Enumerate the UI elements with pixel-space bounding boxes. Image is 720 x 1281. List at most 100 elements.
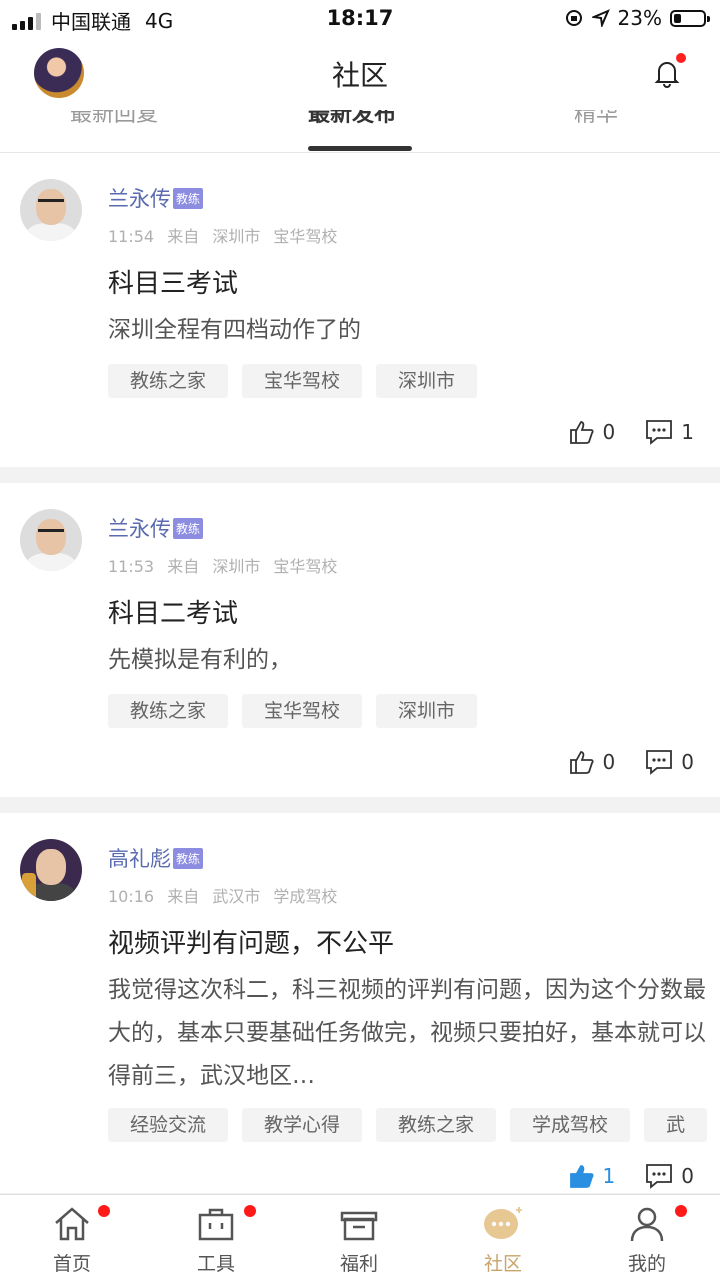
tabbar-tools[interactable]: 工具 <box>166 1203 266 1276</box>
post-city: 深圳市 <box>212 227 261 246</box>
home-icon <box>55 1207 89 1241</box>
post-meta: 11:53 来自 深圳市 宝华驾校 <box>108 553 345 577</box>
tag[interactable]: 宝华驾校 <box>242 364 363 398</box>
tabbar-benefits[interactable]: 福利 <box>309 1203 409 1276</box>
tab-featured[interactable]: 精华 <box>574 110 618 128</box>
active-tab-indicator <box>308 146 412 151</box>
chat-bubble-icon <box>484 1207 522 1239</box>
post-school: 宝华驾校 <box>273 557 338 576</box>
notification-dot <box>676 53 686 63</box>
thumbs-up-icon <box>569 1165 594 1188</box>
tabbar-home[interactable]: 首页 <box>22 1203 122 1276</box>
tag[interactable]: 深圳市 <box>376 364 478 398</box>
post-actions: 1 0 <box>569 1163 694 1189</box>
tag[interactable]: 教练之家 <box>108 364 229 398</box>
post-actions: 0 1 <box>569 419 694 445</box>
feed-tabs: 最新回复 最新发布 精华 <box>0 110 720 153</box>
like-button[interactable]: 0 <box>569 419 616 445</box>
author-name[interactable]: 兰永传 <box>108 183 171 213</box>
tag[interactable]: 教练之家 <box>376 1108 497 1142</box>
thumbs-up-icon <box>569 751 594 774</box>
gift-icon <box>340 1211 378 1241</box>
like-button[interactable]: 1 <box>569 1163 616 1189</box>
comment-button[interactable]: 0 <box>645 1163 694 1189</box>
coach-badge: 教练 <box>173 847 204 869</box>
post-city: 武汉市 <box>212 887 261 906</box>
thumbs-up-icon <box>569 421 594 444</box>
tag[interactable]: 宝华驾校 <box>242 694 363 728</box>
post-card[interactable]: 兰永传 教练 11:54 来自 深圳市 宝华驾校 科目三考试 深圳全程有四档动作… <box>0 153 720 467</box>
post-title[interactable]: 科目二考试 <box>108 593 238 630</box>
tabbar-community[interactable]: 社区 <box>453 1203 553 1276</box>
post-time: 10:16 <box>108 887 155 906</box>
comment-count: 0 <box>681 750 694 774</box>
tag[interactable]: 深圳市 <box>376 694 478 728</box>
tabbar-label: 首页 <box>52 1253 91 1275</box>
post-city: 深圳市 <box>212 557 261 576</box>
tab-latest-reply[interactable]: 最新回复 <box>70 110 158 128</box>
post-time: 11:53 <box>108 557 155 576</box>
tag-list: 教练之家 宝华驾校 深圳市 <box>108 694 478 728</box>
post-meta: 10:16 来自 武汉市 学成驾校 <box>108 883 345 907</box>
author-avatar[interactable] <box>20 839 82 901</box>
tag[interactable]: 教练之家 <box>108 694 229 728</box>
location-icon <box>591 9 610 27</box>
post-school: 学成驾校 <box>273 887 338 906</box>
post-body[interactable]: 深圳全程有四档动作了的 <box>108 309 708 352</box>
post-school: 宝华驾校 <box>273 227 338 246</box>
post-meta: 11:54 来自 深圳市 宝华驾校 <box>108 223 345 247</box>
tabbar-label: 工具 <box>196 1253 235 1275</box>
post-card[interactable]: 高礼彪 教练 10:16 来自 武汉市 学成驾校 视频评判有问题，不公平 我觉得… <box>0 813 720 1193</box>
battery-percent: 23% <box>617 6 662 30</box>
post-body[interactable]: 先模拟是有利的， <box>108 639 708 682</box>
notification-dot <box>675 1205 687 1217</box>
source-prefix: 来自 <box>167 887 200 906</box>
coach-badge: 教练 <box>173 187 204 209</box>
notification-dot <box>98 1205 110 1217</box>
status-right: 23% <box>564 6 710 30</box>
author-avatar[interactable] <box>20 179 82 241</box>
tag-list: 教练之家 宝华驾校 深圳市 <box>108 364 478 398</box>
author-name[interactable]: 高礼彪 <box>108 843 171 873</box>
comment-icon <box>646 1164 673 1189</box>
like-count: 1 <box>602 1164 616 1188</box>
like-count: 0 <box>602 750 616 774</box>
post-actions: 0 0 <box>569 749 694 775</box>
tabbar-label: 社区 <box>483 1253 522 1275</box>
post-title[interactable]: 科目三考试 <box>108 263 238 300</box>
author-name[interactable]: 兰永传 <box>108 513 171 543</box>
comment-count: 0 <box>681 1164 694 1188</box>
tag[interactable]: 武 <box>644 1108 708 1142</box>
comment-count: 1 <box>681 420 694 444</box>
author-avatar[interactable] <box>20 509 82 571</box>
tag[interactable]: 教学心得 <box>242 1108 363 1142</box>
rotation-lock-icon <box>565 10 582 26</box>
tabbar-mine[interactable]: 我的 <box>597 1203 697 1276</box>
comment-button[interactable]: 0 <box>645 749 694 775</box>
nav-bar: 社区 <box>0 36 720 110</box>
post-body[interactable]: 我觉得这次科二，科三视频的评判有问题，因为这个分数最大的，基本只要基础任务做完，… <box>108 969 708 1098</box>
comment-icon <box>646 420 673 445</box>
comment-button[interactable]: 1 <box>645 419 694 445</box>
coach-badge: 教练 <box>173 517 204 539</box>
post-title[interactable]: 视频评判有问题，不公平 <box>108 923 394 960</box>
like-button[interactable]: 0 <box>569 749 616 775</box>
status-bar: 中国联通 4G 18:17 23% <box>0 0 720 36</box>
comment-icon <box>646 750 673 775</box>
tag-list: 经验交流 教学心得 教练之家 学成驾校 武 <box>108 1108 708 1142</box>
tag[interactable]: 经验交流 <box>108 1108 229 1142</box>
tabbar-label: 福利 <box>339 1253 378 1275</box>
page-title: 社区 <box>331 59 388 92</box>
post-card[interactable]: 兰永传 教练 11:53 来自 深圳市 宝华驾校 科目二考试 先模拟是有利的， … <box>0 483 720 797</box>
person-icon <box>630 1207 664 1242</box>
tabbar-label: 我的 <box>627 1253 666 1275</box>
source-prefix: 来自 <box>167 227 200 246</box>
tab-latest-post[interactable]: 最新发布 <box>308 110 396 128</box>
tag[interactable]: 学成驾校 <box>510 1108 631 1142</box>
toolbox-icon <box>198 1208 234 1241</box>
bottom-tab-bar: 首页 工具 福利 社区 我的 <box>0 1194 720 1281</box>
post-feed[interactable]: 兰永传 教练 11:54 来自 深圳市 宝华驾校 科目三考试 深圳全程有四档动作… <box>0 153 720 1193</box>
battery-icon <box>670 9 710 27</box>
post-time: 11:54 <box>108 227 155 246</box>
like-count: 0 <box>602 420 616 444</box>
